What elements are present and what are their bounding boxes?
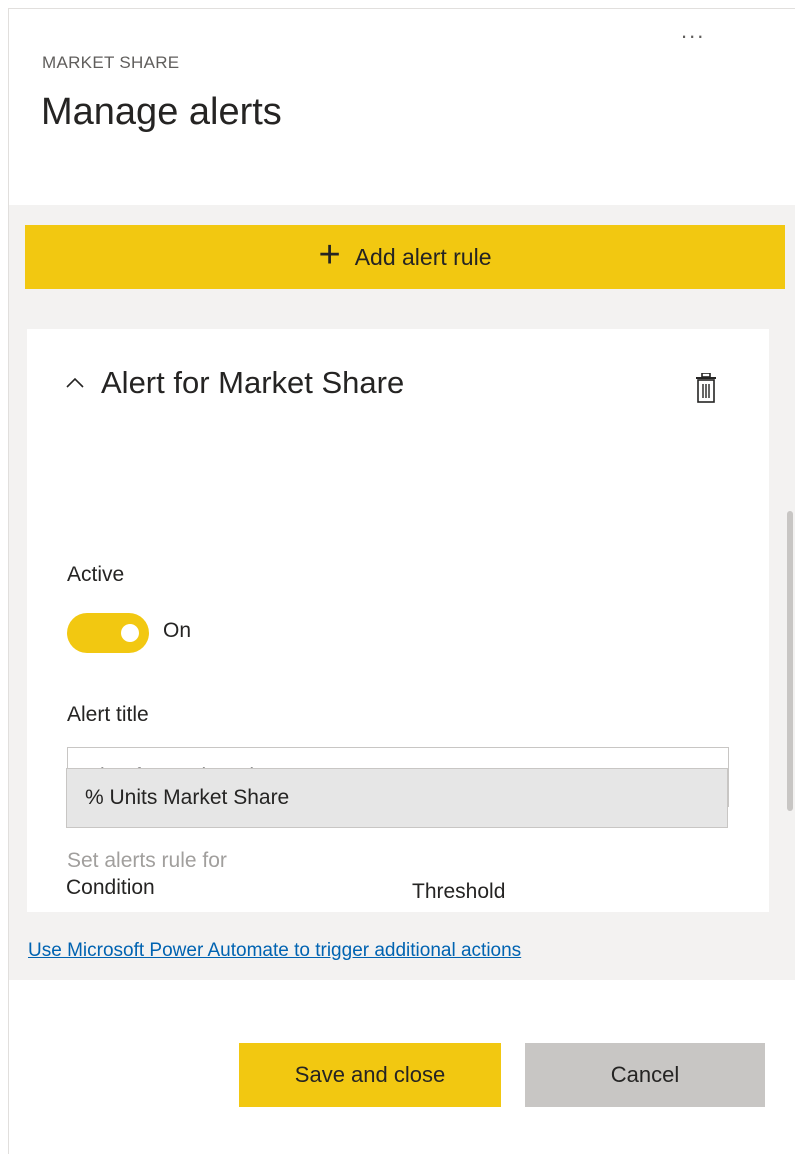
alert-rule-title: Alert for Market Share [101,365,405,400]
active-label: Active [67,563,125,586]
save-and-close-button[interactable]: Save and close [239,1043,501,1107]
card-bottom-mask [24,912,770,920]
toggle-knob [121,624,139,642]
alert-rule-header[interactable]: Alert for Market Share [65,365,404,401]
chevron-up-icon[interactable] [65,370,85,396]
scrollbar[interactable] [787,511,793,811]
active-state-label: On [163,619,192,642]
page-title: Manage alerts [41,91,282,133]
alerts-body: + Add alert rule Alert for Market Share [9,205,795,980]
condition-label: Condition [66,876,155,899]
manage-alerts-pane: ... MARKET SHARE Manage alerts + Add ale… [8,8,795,1154]
alert-title-label: Alert title [67,703,149,726]
more-options-icon[interactable]: ... [681,20,705,42]
add-alert-rule-button[interactable]: + Add alert rule [25,225,785,289]
trash-icon[interactable] [695,372,721,405]
power-automate-link[interactable]: Use Microsoft Power Automate to trigger … [28,940,521,962]
active-toggle[interactable] [67,613,149,653]
rule-for-label: Set alerts rule for [67,849,227,872]
plus-icon: + [318,234,341,276]
threshold-label: Threshold [412,880,506,903]
rule-for-field: % Units Market Share [66,768,728,828]
pane-subtitle: MARKET SHARE [42,53,180,72]
add-alert-rule-label: Add alert rule [354,243,492,270]
cancel-button[interactable]: Cancel [525,1043,765,1107]
